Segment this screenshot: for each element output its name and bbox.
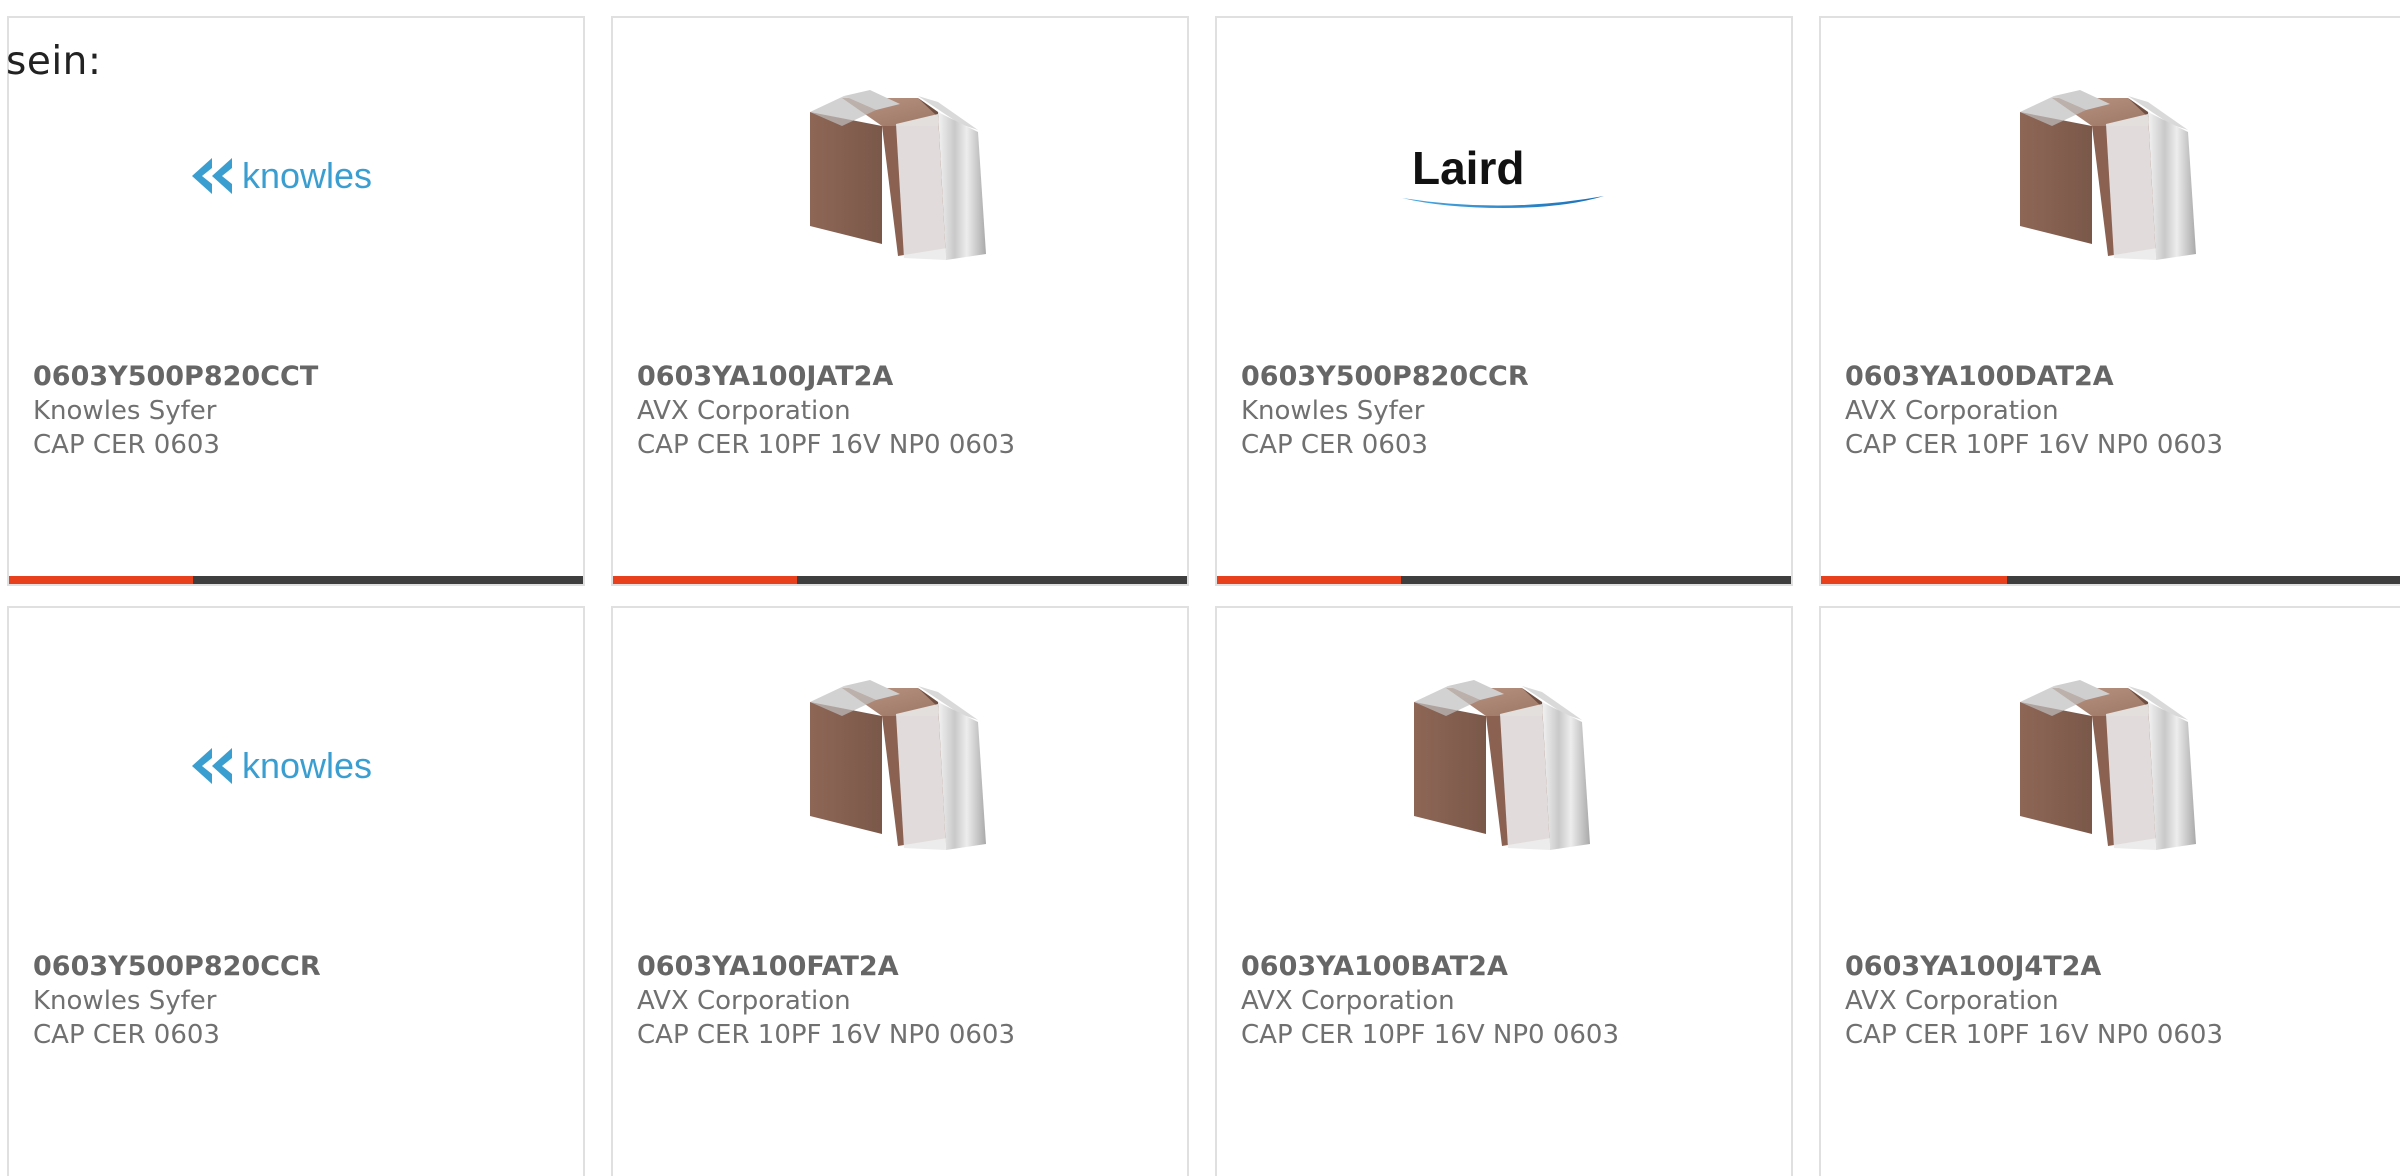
product-grid: knowles 0603Y500P820CCT Knowles Syfer CA… (0, 0, 2400, 1176)
description: CAP CER 10PF 16V NP0 0603 (1845, 1020, 2224, 1050)
part-number[interactable]: 0603YA100J4T2A (1845, 950, 2223, 984)
progress-fill (1821, 576, 2007, 584)
product-card[interactable]: 0603YA100DAT2A AVX Corporation CAP CER 1… (1819, 16, 2400, 586)
manufacturer: AVX Corporation (637, 396, 851, 426)
knowles-logo: knowles (9, 663, 583, 868)
product-card[interactable]: 0603YA100FAT2A AVX Corporation CAP CER 1… (611, 606, 1189, 1176)
manufacturer: Knowles Syfer (1241, 396, 1425, 426)
manufacturer: AVX Corporation (637, 986, 851, 1016)
product-card[interactable]: Laird 0603Y500P820CCR Knowles Syfer CAP … (1215, 16, 1793, 586)
part-number[interactable]: 0603Y500P820CCT (33, 360, 318, 394)
manufacturer: AVX Corporation (1241, 986, 1455, 1016)
description: CAP CER 10PF 16V NP0 0603 (1845, 430, 2224, 460)
progress-fill (1217, 576, 1401, 584)
manufacturer: Knowles Syfer (33, 986, 217, 1016)
knowles-logo: knowles (9, 73, 583, 278)
capacitor-chip-image (1821, 663, 2399, 868)
capacitor-chip-image (613, 73, 1187, 278)
svg-text:knowles: knowles (242, 155, 372, 196)
description: CAP CER 0603 (1241, 430, 1428, 460)
svg-text:Laird: Laird (1412, 142, 1524, 194)
progress-bar (613, 576, 1187, 584)
capacitor-chip-image (1217, 663, 1791, 868)
progress-fill (613, 576, 797, 584)
product-card[interactable]: 0603YA100J4T2A AVX Corporation CAP CER 1… (1819, 606, 2400, 1176)
manufacturer: AVX Corporation (1845, 986, 2059, 1016)
part-number[interactable]: 0603YA100FAT2A (637, 950, 1015, 984)
progress-fill (9, 576, 193, 584)
description: CAP CER 10PF 16V NP0 0603 (637, 1020, 1016, 1050)
description: CAP CER 10PF 16V NP0 0603 (1241, 1020, 1620, 1050)
part-number[interactable]: 0603Y500P820CCR (1241, 360, 1529, 394)
product-card[interactable]: knowles 0603Y500P820CCR Knowles Syfer CA… (7, 606, 585, 1176)
capacitor-chip-image (1821, 73, 2399, 278)
product-card[interactable]: 0603YA100JAT2A AVX Corporation CAP CER 1… (611, 16, 1189, 586)
product-card[interactable]: knowles 0603Y500P820CCT Knowles Syfer CA… (7, 16, 585, 586)
product-card[interactable]: 0603YA100BAT2A AVX Corporation CAP CER 1… (1215, 606, 1793, 1176)
svg-text:knowles: knowles (242, 745, 372, 786)
part-number[interactable]: 0603YA100DAT2A (1845, 360, 2223, 394)
progress-bar (1217, 576, 1791, 584)
manufacturer: AVX Corporation (1845, 396, 2059, 426)
part-number[interactable]: 0603YA100JAT2A (637, 360, 1015, 394)
manufacturer: Knowles Syfer (33, 396, 217, 426)
part-number[interactable]: 0603Y500P820CCR (33, 950, 321, 984)
capacitor-chip-image (613, 663, 1187, 868)
description: CAP CER 10PF 16V NP0 0603 (637, 430, 1016, 460)
part-number[interactable]: 0603YA100BAT2A (1241, 950, 1619, 984)
progress-bar (9, 576, 583, 584)
description: CAP CER 0603 (33, 1020, 220, 1050)
description: CAP CER 0603 (33, 430, 220, 460)
progress-bar (1821, 576, 2400, 584)
laird-logo: Laird (1217, 73, 1791, 278)
prefix-text: sein: (6, 39, 102, 84)
